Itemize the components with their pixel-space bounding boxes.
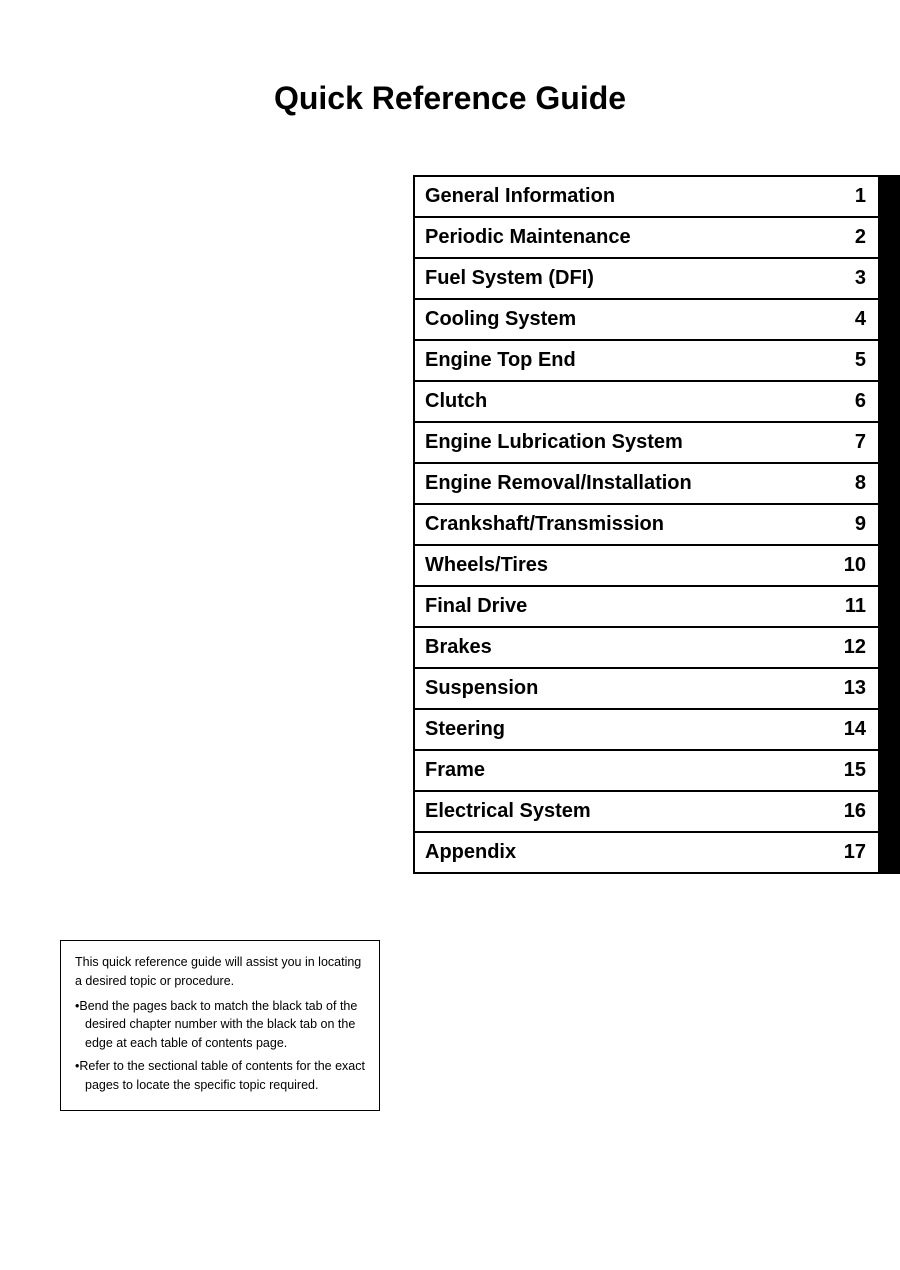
toc-item[interactable]: Wheels/Tires10 — [413, 546, 900, 587]
toc-number: 1 — [838, 177, 878, 216]
info-bullet-2: •Refer to the sectional table of content… — [75, 1057, 365, 1095]
toc-item[interactable]: Frame15 — [413, 751, 900, 792]
toc-number: 7 — [838, 423, 878, 462]
toc-item[interactable]: Cooling System4 — [413, 300, 900, 341]
toc-item[interactable]: Electrical System16 — [413, 792, 900, 833]
toc-label: General Information — [415, 177, 838, 216]
toc-number: 12 — [832, 628, 878, 667]
chapter-tab — [878, 505, 900, 544]
chapter-tab — [878, 546, 900, 585]
toc-item[interactable]: Brakes12 — [413, 628, 900, 669]
info-intro: This quick reference guide will assist y… — [75, 953, 365, 991]
toc-label: Frame — [415, 751, 832, 790]
toc-item[interactable]: Engine Removal/Installation8 — [413, 464, 900, 505]
chapter-tab — [878, 587, 900, 626]
toc-number: 13 — [832, 669, 878, 708]
toc-label: Appendix — [415, 833, 832, 872]
toc-number: 11 — [833, 587, 878, 626]
toc-label: Engine Lubrication System — [415, 423, 838, 462]
toc-label: Suspension — [415, 669, 832, 708]
toc-label: Fuel System (DFI) — [415, 259, 838, 298]
chapter-tab — [878, 218, 900, 257]
toc-number: 5 — [838, 341, 878, 380]
chapter-tab — [878, 300, 900, 339]
toc-item[interactable]: Final Drive11 — [413, 587, 900, 628]
toc-number: 2 — [838, 218, 878, 257]
toc-number: 6 — [838, 382, 878, 421]
toc-label: Engine Top End — [415, 341, 838, 380]
chapter-tab — [878, 464, 900, 503]
toc-item[interactable]: Fuel System (DFI)3 — [413, 259, 900, 300]
chapter-tab — [878, 751, 900, 790]
toc-label: Engine Removal/Installation — [415, 464, 838, 503]
toc-label: Steering — [415, 710, 832, 749]
toc-label: Wheels/Tires — [415, 546, 832, 585]
toc-number: 14 — [832, 710, 878, 749]
toc-item[interactable]: Clutch6 — [413, 382, 900, 423]
toc-number: 17 — [832, 833, 878, 872]
page-title: Quick Reference Guide — [0, 0, 900, 157]
chapter-tab — [878, 669, 900, 708]
toc-label: Periodic Maintenance — [415, 218, 838, 257]
chapter-tab — [878, 833, 900, 872]
chapter-tab — [878, 259, 900, 298]
chapter-tab — [878, 792, 900, 831]
chapter-tab — [878, 423, 900, 462]
toc-number: 4 — [838, 300, 878, 339]
info-bullet-1: •Bend the pages back to match the black … — [75, 997, 365, 1053]
toc-label: Brakes — [415, 628, 832, 667]
chapter-tab — [878, 341, 900, 380]
info-box: This quick reference guide will assist y… — [60, 940, 380, 1111]
toc-label: Final Drive — [415, 587, 833, 626]
toc-item[interactable]: General Information1 — [413, 175, 900, 218]
toc-item[interactable]: Periodic Maintenance2 — [413, 218, 900, 259]
toc-number: 8 — [838, 464, 878, 503]
toc-number: 10 — [832, 546, 878, 585]
toc-item[interactable]: Steering14 — [413, 710, 900, 751]
toc-label: Clutch — [415, 382, 838, 421]
chapter-tab — [878, 382, 900, 421]
info-bullets: •Bend the pages back to match the black … — [75, 997, 365, 1095]
toc-label: Crankshaft/Transmission — [415, 505, 838, 544]
toc-item[interactable]: Crankshaft/Transmission9 — [413, 505, 900, 546]
toc-label: Electrical System — [415, 792, 832, 831]
chapter-tab — [878, 628, 900, 667]
toc-number: 3 — [838, 259, 878, 298]
toc-item[interactable]: Appendix17 — [413, 833, 900, 874]
toc-label: Cooling System — [415, 300, 838, 339]
toc-number: 9 — [838, 505, 878, 544]
toc-item[interactable]: Engine Lubrication System7 — [413, 423, 900, 464]
chapter-tab — [878, 177, 900, 216]
toc-number: 15 — [832, 751, 878, 790]
toc-item[interactable]: Engine Top End5 — [413, 341, 900, 382]
toc-number: 16 — [832, 792, 878, 831]
toc-item[interactable]: Suspension13 — [413, 669, 900, 710]
toc-container: General Information1Periodic Maintenance… — [413, 175, 900, 874]
chapter-tab — [878, 710, 900, 749]
